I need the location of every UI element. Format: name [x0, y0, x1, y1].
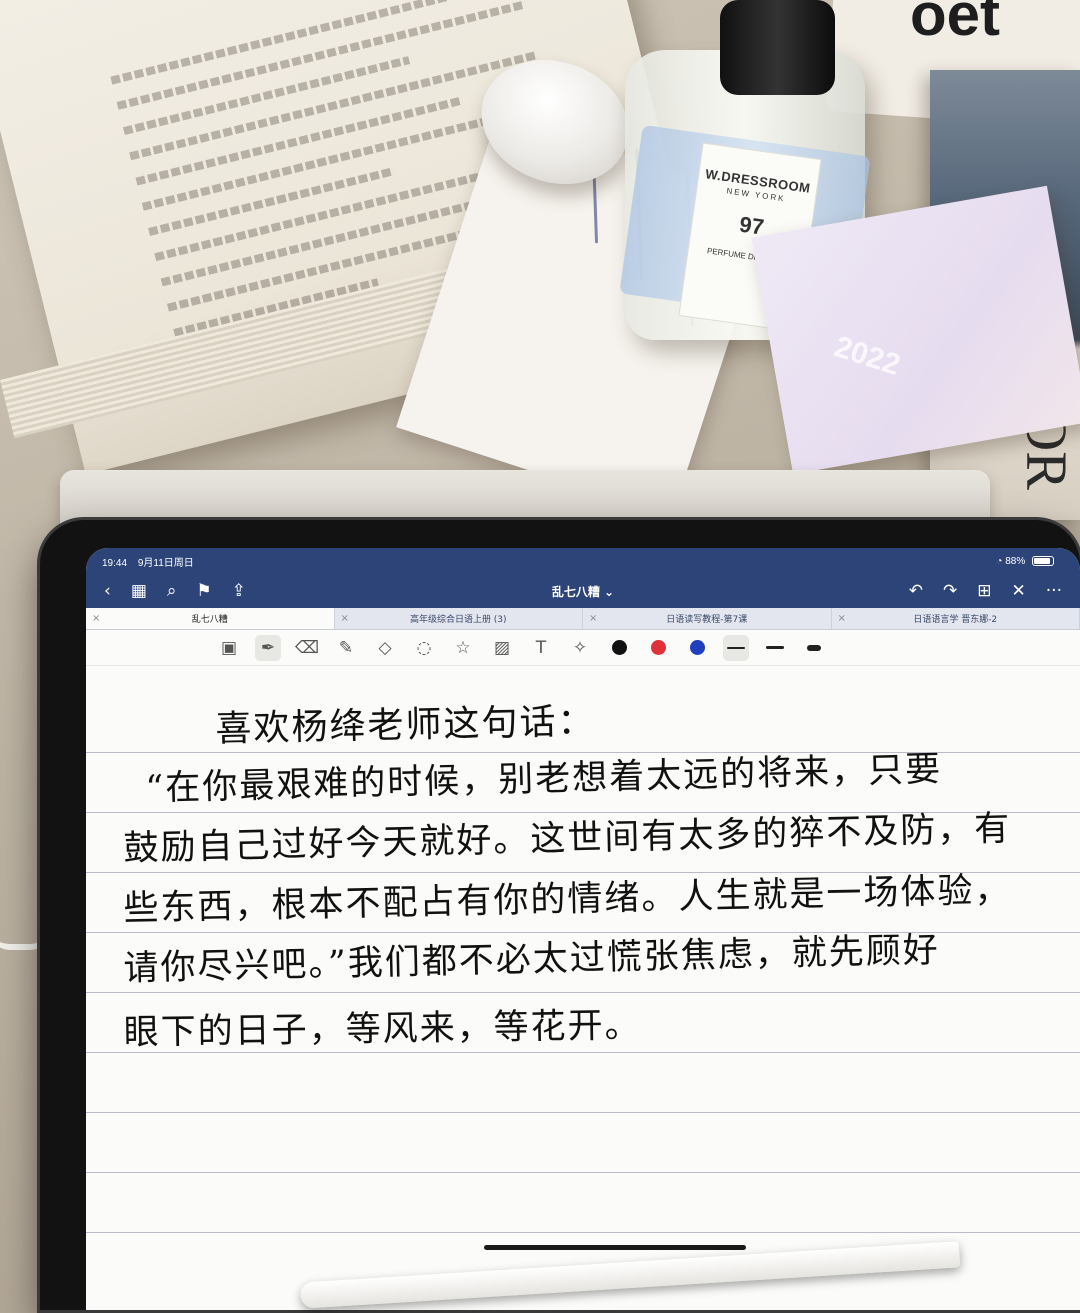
back-icon[interactable]: ‹ — [104, 581, 111, 601]
color-swatch-blue[interactable] — [684, 635, 710, 661]
tab-close-icon[interactable]: × — [92, 613, 100, 624]
search-icon[interactable]: ⌕ — [167, 581, 177, 601]
wifi-icon: ◔ — [996, 555, 1003, 567]
bookmark-icon[interactable]: ⚑ — [196, 581, 211, 601]
stroke-width-medium[interactable] — [762, 635, 788, 661]
shapes-icon[interactable]: ◇ — [372, 635, 398, 661]
status-bar: 19:44 9月11日周日 ◔ 88% — [86, 548, 1080, 574]
color-swatch-red[interactable] — [645, 635, 671, 661]
highlighter-icon[interactable]: ✎ — [333, 635, 359, 661]
postcard: 2022 — [751, 185, 1080, 475]
tab-notes[interactable]: × 乱七八糟 — [86, 608, 335, 629]
tab-linguistics[interactable]: × 日语语言学 晋东娜-2 — [832, 608, 1080, 629]
stroke-width-thick[interactable] — [801, 635, 827, 661]
bag-lettering: oet — [910, 0, 1000, 48]
note-page[interactable]: 喜欢杨绛老师这句话： “在你最艰难的时候，别老想着太远的将来，只要 鼓励自己过好… — [86, 666, 1080, 1310]
tab-label: 日语读写教程-第7课 — [666, 615, 748, 625]
tab-close-icon[interactable]: × — [838, 613, 846, 624]
read-mode-icon[interactable]: ▣ — [216, 635, 242, 661]
stroke-width-thin[interactable] — [723, 634, 749, 661]
tab-label: 日语语言学 晋东娜-2 — [913, 615, 998, 625]
battery-percent: 88% — [1005, 555, 1026, 567]
tab-strip: × 乱七八糟 × 高年级综合日语上册 (3) × 日语读写教程-第7课 × 日语… — [86, 608, 1080, 630]
laser-icon[interactable]: ✧ — [567, 635, 593, 661]
postcard-year: 2022 — [830, 330, 905, 383]
lasso-icon[interactable]: ◌ — [411, 635, 437, 661]
app-nav-bar: ‹ ▦ ⌕ ⚑ ⇪ 乱七八糟 ⌄ ↶ ↷ ⊞ ✕ ··· — [86, 574, 1080, 608]
tab-close-icon[interactable]: × — [589, 613, 597, 624]
status-date: 9月11日周日 — [137, 557, 194, 569]
tab-japanese-textbook[interactable]: × 高年级综合日语上册 (3) — [335, 608, 583, 629]
status-time: 19:44 — [102, 557, 128, 569]
more-icon[interactable]: ··· — [1046, 581, 1062, 601]
image-icon[interactable]: ▨ — [489, 635, 515, 661]
battery-icon — [1032, 555, 1054, 566]
note-line-5: 眼下的日子，等风来，等花开。 — [123, 1005, 642, 1054]
bottle-cap — [720, 0, 835, 95]
drawing-toolbar: ▣ ✒ ⌫ ✎ ◇ ◌ ☆ ▨ T ✧ — [86, 630, 1080, 666]
note-title: 喜欢杨绛老师这句话： — [215, 701, 596, 751]
tab-label: 乱七八糟 — [191, 615, 228, 625]
tab-reading-writing[interactable]: × 日语读写教程-第7课 — [583, 608, 832, 629]
eraser-icon[interactable]: ⌫ — [294, 635, 320, 661]
tab-close-icon[interactable]: × — [341, 613, 349, 624]
text-icon[interactable]: T — [528, 635, 554, 661]
add-page-icon[interactable]: ⊞ — [977, 581, 991, 601]
share-icon[interactable]: ⇪ — [232, 581, 246, 601]
tablet-screen: 19:44 9月11日周日 ◔ 88% ‹ ▦ ⌕ ⚑ ⇪ 乱七八糟 ⌄ ↶ ↷… — [86, 548, 1080, 1310]
pen-icon[interactable]: ✒ — [255, 634, 281, 661]
redo-icon[interactable]: ↷ — [943, 581, 957, 601]
tablet-device: 19:44 9月11日周日 ◔ 88% ‹ ▦ ⌕ ⚑ ⇪ 乱七八糟 ⌄ ↶ ↷… — [40, 520, 1080, 1310]
tab-label: 高年级综合日语上册 (3) — [409, 615, 507, 625]
home-indicator — [484, 1245, 746, 1250]
close-icon[interactable]: ✕ — [1012, 581, 1026, 601]
grid-icon[interactable]: ▦ — [131, 581, 147, 601]
color-swatch-black[interactable] — [606, 635, 632, 661]
note-line-2: 鼓励自己过好今天就好。这世间有太多的猝不及防，有 — [123, 808, 1012, 870]
undo-icon[interactable]: ↶ — [909, 581, 923, 601]
elements-icon[interactable]: ☆ — [450, 635, 476, 661]
